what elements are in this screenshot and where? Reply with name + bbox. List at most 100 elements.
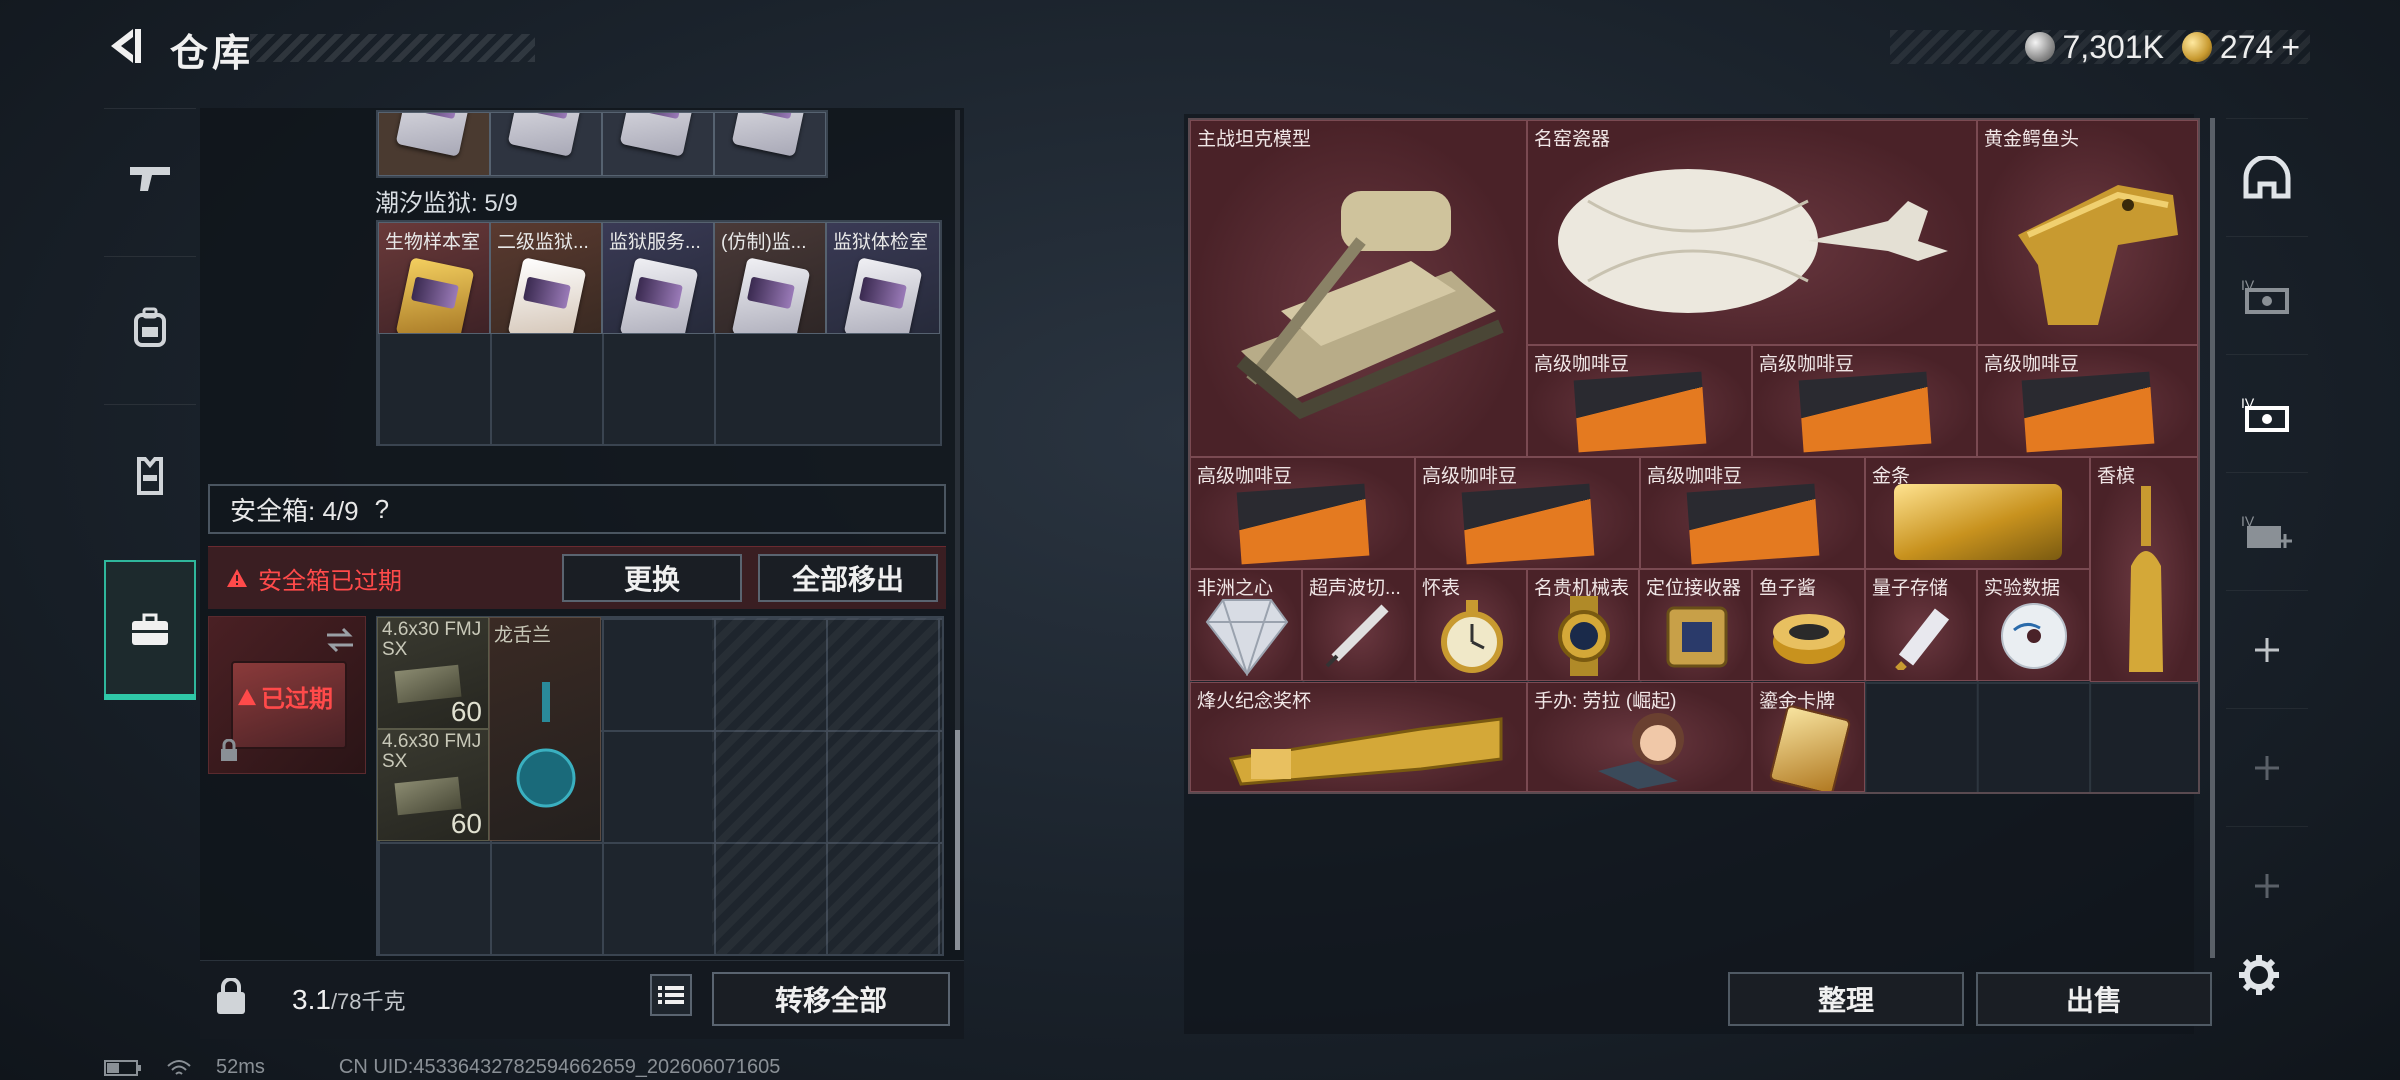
stash-item-champagne[interactable]: 香槟: [2090, 457, 2198, 682]
keycard-prison-service[interactable]: 监狱服务...: [602, 222, 714, 334]
help-icon[interactable]: ?: [375, 494, 389, 525]
keycard-slot[interactable]: [714, 112, 826, 176]
silver-coin-icon: [2024, 32, 2055, 62]
nav-stash-1[interactable]: IV: [2226, 236, 2308, 355]
item-label: 4.6x30 FMJ SX: [382, 619, 482, 660]
ammo-item[interactable]: 4.6x30 FMJ SX 60: [377, 729, 489, 841]
back-button[interactable]: [100, 22, 148, 70]
trophy-image: [1228, 717, 1503, 786]
stash-item-locator-receiver[interactable]: 定位接收器: [1639, 569, 1752, 681]
nav-vest[interactable]: [104, 404, 196, 545]
settings-button[interactable]: [2234, 950, 2284, 1000]
add-gold-button[interactable]: +: [2281, 29, 2300, 66]
stash-item-coffee-beans[interactable]: 高级咖啡豆: [1752, 345, 1977, 457]
item-label: 黄金鳄鱼头: [1984, 129, 2080, 150]
weight-lock-icon: [217, 977, 245, 1014]
transfer-all-button[interactable]: 转移全部: [712, 972, 950, 1026]
stash-item-coffee-beans[interactable]: 高级咖啡豆: [1527, 345, 1752, 457]
warning-icon: [238, 688, 256, 705]
nav-stash-add[interactable]: IV: [2226, 472, 2308, 591]
nav-weapons[interactable]: [104, 108, 196, 249]
keycard-slot[interactable]: [490, 112, 602, 176]
nav-stash-2-active[interactable]: IV: [2226, 354, 2308, 473]
item-label: 高级咖啡豆: [1984, 354, 2080, 375]
keycard-bio-sample[interactable]: 生物样本室: [378, 222, 490, 334]
ammo-item[interactable]: 4.6x30 FMJ SX 60: [377, 617, 489, 729]
stash-item-coffee-beans[interactable]: 高级咖啡豆: [1415, 457, 1640, 569]
keycard-slot[interactable]: [378, 112, 490, 176]
locked-slots: [712, 618, 942, 954]
safe-box-slot[interactable]: 已过期: [208, 616, 366, 774]
keycard-prison-exam[interactable]: 监狱体检室: [826, 222, 940, 334]
keycard-image: [843, 257, 923, 333]
replace-button[interactable]: 更换: [562, 554, 742, 602]
sell-button[interactable]: 出售: [1976, 972, 2212, 1026]
stash-item-quantum-storage[interactable]: 量子存储: [1865, 569, 1977, 681]
left-nav: [104, 108, 196, 708]
nav-add-slot[interactable]: [2226, 708, 2308, 827]
stash-item-tank-model[interactable]: 主战坦克模型: [1190, 120, 1527, 457]
item-label: 4.6x30 FMJ SX: [382, 731, 482, 772]
stash-item-gold-bar[interactable]: 金条: [1865, 457, 2090, 569]
empty-keycard-slots: [378, 334, 826, 444]
prison-keycard-header: 潮汐监狱: 5/9: [375, 190, 518, 217]
nav-add-slot[interactable]: [2226, 590, 2308, 709]
stash-item-coffee-beans[interactable]: 高级咖啡豆: [1190, 457, 1415, 569]
wifi-icon: [167, 1059, 191, 1075]
stash-item-luxury-watch[interactable]: 名贵机械表: [1527, 569, 1639, 681]
sort-button[interactable]: 整理: [1728, 972, 1964, 1026]
stash-grid: 主战坦克模型 名窑瓷器 黄金鳄鱼头 高级咖啡豆 高级咖啡豆 高级咖啡豆 高级咖啡…: [1188, 118, 2200, 794]
stash-item-gilded-card[interactable]: 鎏金卡牌: [1752, 682, 1865, 792]
move-all-out-button[interactable]: 全部移出: [758, 554, 938, 602]
item-label: 主战坦克模型: [1197, 129, 1312, 150]
stash-item-gold-croc-head[interactable]: 黄金鳄鱼头: [1977, 120, 2198, 345]
nav-equipment[interactable]: [2226, 118, 2308, 237]
item-count: 60: [450, 808, 482, 839]
expired-text: 已过期: [261, 686, 333, 713]
currency-gold[interactable]: 274 +: [2181, 29, 2300, 66]
stash-item-beacon-trophy[interactable]: 烽火纪念奖杯: [1190, 682, 1527, 792]
warning-icon: [227, 569, 247, 587]
item-label: 高级咖啡豆: [1197, 466, 1293, 487]
stash-item-lara-figure[interactable]: 手办: 劳拉 (崛起): [1527, 682, 1752, 792]
diamond-image: [1205, 599, 1289, 676]
tequila-item[interactable]: 龙舌兰: [489, 617, 601, 841]
nav-backpack[interactable]: [104, 256, 196, 397]
ping-text: 52ms: [216, 1056, 265, 1078]
keycard-replica-prison[interactable]: (仿制)监...: [714, 222, 826, 334]
list-view-button[interactable]: [650, 974, 692, 1016]
left-scrollbar[interactable]: [955, 110, 960, 950]
list-icon: [658, 986, 684, 1004]
safe-box-warning-bar: 安全箱已过期 更换 全部移出: [208, 546, 946, 609]
stash-item-heart-of-africa[interactable]: 非洲之心: [1190, 569, 1302, 681]
swap-icon[interactable]: [325, 627, 355, 653]
receiver-image: [1666, 606, 1728, 668]
weight-max: /78千克: [330, 989, 406, 1014]
coffee-image: [2021, 371, 2155, 453]
nav-safe-box[interactable]: [104, 560, 196, 700]
stash-item-pocket-watch[interactable]: 怀表: [1415, 569, 1527, 681]
keycard-slot[interactable]: [602, 112, 714, 176]
stash-item-experiment-data[interactable]: 实验数据: [1977, 569, 2090, 681]
item-count: 60: [450, 696, 482, 727]
weight-lock-button[interactable]: [214, 977, 254, 1018]
stash-scrollbar[interactable]: [2210, 118, 2215, 958]
coffee-image: [1461, 483, 1595, 565]
item-label: 龙舌兰: [494, 625, 552, 646]
keycard-level2-prison[interactable]: 二级监狱...: [490, 222, 602, 334]
safe-box-title: 安全箱: 4/9: [230, 495, 359, 526]
stash-item-coffee-beans[interactable]: 高级咖啡豆: [1640, 457, 1865, 569]
backpack-icon: [134, 307, 166, 347]
briefcase-icon: [132, 613, 168, 645]
keycard-image: [507, 257, 587, 333]
stash-item-coffee-beans[interactable]: 高级咖啡豆: [1977, 345, 2198, 457]
gold-coin-icon: [2181, 32, 2212, 62]
item-label: 高级咖啡豆: [1647, 466, 1743, 487]
nav-add-slot[interactable]: [2226, 826, 2308, 945]
helmet-icon: [2243, 156, 2291, 199]
stash-item-porcelain[interactable]: 名窑瓷器: [1527, 120, 1977, 345]
card-label: 监狱体检室: [833, 232, 929, 253]
stash-item-caviar[interactable]: 鱼子酱: [1752, 569, 1865, 681]
stash-item-ultrasonic-cutter[interactable]: 超声波切...: [1302, 569, 1415, 681]
weight-current: 3.1: [292, 984, 331, 1015]
